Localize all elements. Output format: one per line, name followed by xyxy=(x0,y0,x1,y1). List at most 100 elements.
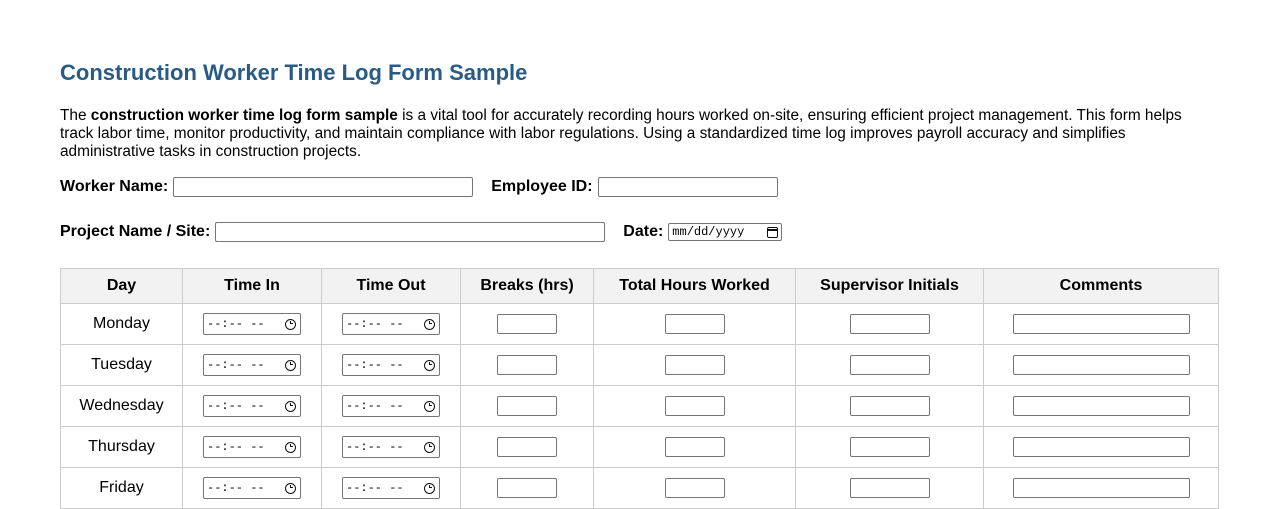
time-in-input[interactable]: --:-- -- xyxy=(203,354,301,376)
total-hours-input[interactable] xyxy=(664,314,725,334)
header-total-hours: Total Hours Worked xyxy=(593,268,796,304)
supervisor-initials-input[interactable] xyxy=(849,314,930,334)
clock-icon[interactable] xyxy=(424,400,435,412)
time-placeholder: --:-- -- xyxy=(207,358,265,372)
worker-info-row: Worker Name: Employee ID: xyxy=(60,177,778,197)
time-out-cell: --:-- -- xyxy=(321,344,461,386)
date-placeholder: mm/dd/yyyy xyxy=(672,225,745,239)
page-title: Construction Worker Time Log Form Sample xyxy=(60,60,528,85)
time-in-cell: --:-- -- xyxy=(182,303,322,345)
table-body: Monday --:-- -- --:-- -- Tuesday --:-- -- --:… xyxy=(60,303,1219,509)
breaks-cell xyxy=(460,426,594,468)
table-header-row: Day Time In Time Out Breaks (hrs) Total … xyxy=(60,268,1219,304)
day-cell: Friday xyxy=(60,467,183,509)
total-hours-cell xyxy=(593,467,796,509)
employee-id-label: Employee ID: xyxy=(491,178,593,195)
comments-input[interactable] xyxy=(1012,314,1190,334)
date-input[interactable]: mm/dd/yyyy xyxy=(668,223,783,241)
time-placeholder: --:-- -- xyxy=(207,317,265,331)
total-hours-input[interactable] xyxy=(664,396,725,416)
header-time-in: Time In xyxy=(182,268,322,304)
total-hours-input[interactable] xyxy=(664,355,725,375)
comments-cell xyxy=(983,303,1219,345)
supervisor-initials-cell xyxy=(795,385,984,427)
date-label: Date: xyxy=(623,223,664,240)
total-hours-input[interactable] xyxy=(664,478,725,498)
time-log-table: Day Time In Time Out Breaks (hrs) Total … xyxy=(60,268,1219,509)
day-cell: Tuesday xyxy=(60,344,183,386)
comments-cell xyxy=(983,344,1219,386)
breaks-cell xyxy=(460,467,594,509)
comments-input[interactable] xyxy=(1012,437,1190,457)
time-out-input[interactable]: --:-- -- xyxy=(342,395,440,417)
supervisor-initials-input[interactable] xyxy=(849,355,930,375)
breaks-input[interactable] xyxy=(497,355,557,375)
table-row: Wednesday --:-- -- --:-- -- xyxy=(60,385,1219,427)
clock-icon[interactable] xyxy=(285,441,296,453)
supervisor-initials-cell xyxy=(795,426,984,468)
supervisor-initials-cell xyxy=(795,303,984,345)
time-out-input[interactable]: --:-- -- xyxy=(342,354,440,376)
clock-icon[interactable] xyxy=(424,359,435,371)
total-hours-cell xyxy=(593,303,796,345)
total-hours-cell xyxy=(593,344,796,386)
time-in-input[interactable]: --:-- -- xyxy=(203,436,301,458)
time-placeholder: --:-- -- xyxy=(346,399,404,413)
clock-icon[interactable] xyxy=(424,318,435,330)
time-in-input[interactable]: --:-- -- xyxy=(203,313,301,335)
time-out-cell: --:-- -- xyxy=(321,303,461,345)
project-name-input[interactable] xyxy=(215,222,606,242)
time-in-input[interactable]: --:-- -- xyxy=(203,477,301,499)
breaks-cell xyxy=(460,344,594,386)
total-hours-cell xyxy=(593,385,796,427)
comments-input[interactable] xyxy=(1012,355,1190,375)
total-hours-input[interactable] xyxy=(664,437,725,457)
clock-icon[interactable] xyxy=(285,359,296,371)
clock-icon[interactable] xyxy=(285,400,296,412)
comments-input[interactable] xyxy=(1012,396,1190,416)
worker-name-input[interactable] xyxy=(173,177,474,197)
intro-prefix: The xyxy=(60,107,91,124)
time-out-input[interactable]: --:-- -- xyxy=(342,477,440,499)
comments-input[interactable] xyxy=(1012,478,1190,498)
supervisor-initials-input[interactable] xyxy=(849,396,930,416)
time-out-cell: --:-- -- xyxy=(321,426,461,468)
supervisor-initials-input[interactable] xyxy=(849,478,930,498)
time-placeholder: --:-- -- xyxy=(207,399,265,413)
time-in-input[interactable]: --:-- -- xyxy=(203,395,301,417)
day-cell: Thursday xyxy=(60,426,183,468)
intro-bold: construction worker time log form sample xyxy=(90,107,398,124)
calendar-icon[interactable] xyxy=(767,226,779,238)
breaks-input[interactable] xyxy=(497,478,557,498)
time-placeholder: --:-- -- xyxy=(346,317,404,331)
header-day: Day xyxy=(60,268,183,304)
comments-cell xyxy=(983,385,1219,427)
clock-icon[interactable] xyxy=(285,482,296,494)
clock-icon[interactable] xyxy=(424,441,435,453)
project-name-label: Project Name / Site: xyxy=(60,223,211,240)
breaks-input[interactable] xyxy=(497,437,557,457)
header-breaks: Breaks (hrs) xyxy=(460,268,594,304)
time-out-input[interactable]: --:-- -- xyxy=(342,436,440,458)
time-in-cell: --:-- -- xyxy=(182,467,322,509)
comments-cell xyxy=(983,467,1219,509)
total-hours-cell xyxy=(593,426,796,468)
table-row: Monday --:-- -- --:-- -- xyxy=(60,303,1219,345)
time-placeholder: --:-- -- xyxy=(346,440,404,454)
time-in-cell: --:-- -- xyxy=(182,426,322,468)
time-in-cell: --:-- -- xyxy=(182,385,322,427)
time-placeholder: --:-- -- xyxy=(346,358,404,372)
supervisor-initials-cell xyxy=(795,467,984,509)
supervisor-initials-input[interactable] xyxy=(849,437,930,457)
comments-cell xyxy=(983,426,1219,468)
breaks-input[interactable] xyxy=(497,314,557,334)
breaks-input[interactable] xyxy=(497,396,557,416)
clock-icon[interactable] xyxy=(285,318,296,330)
time-out-input[interactable]: --:-- -- xyxy=(342,313,440,335)
employee-id-input[interactable] xyxy=(597,177,778,197)
time-out-cell: --:-- -- xyxy=(321,385,461,427)
breaks-cell xyxy=(460,303,594,345)
breaks-cell xyxy=(460,385,594,427)
clock-icon[interactable] xyxy=(424,482,435,494)
header-comments: Comments xyxy=(983,268,1219,304)
